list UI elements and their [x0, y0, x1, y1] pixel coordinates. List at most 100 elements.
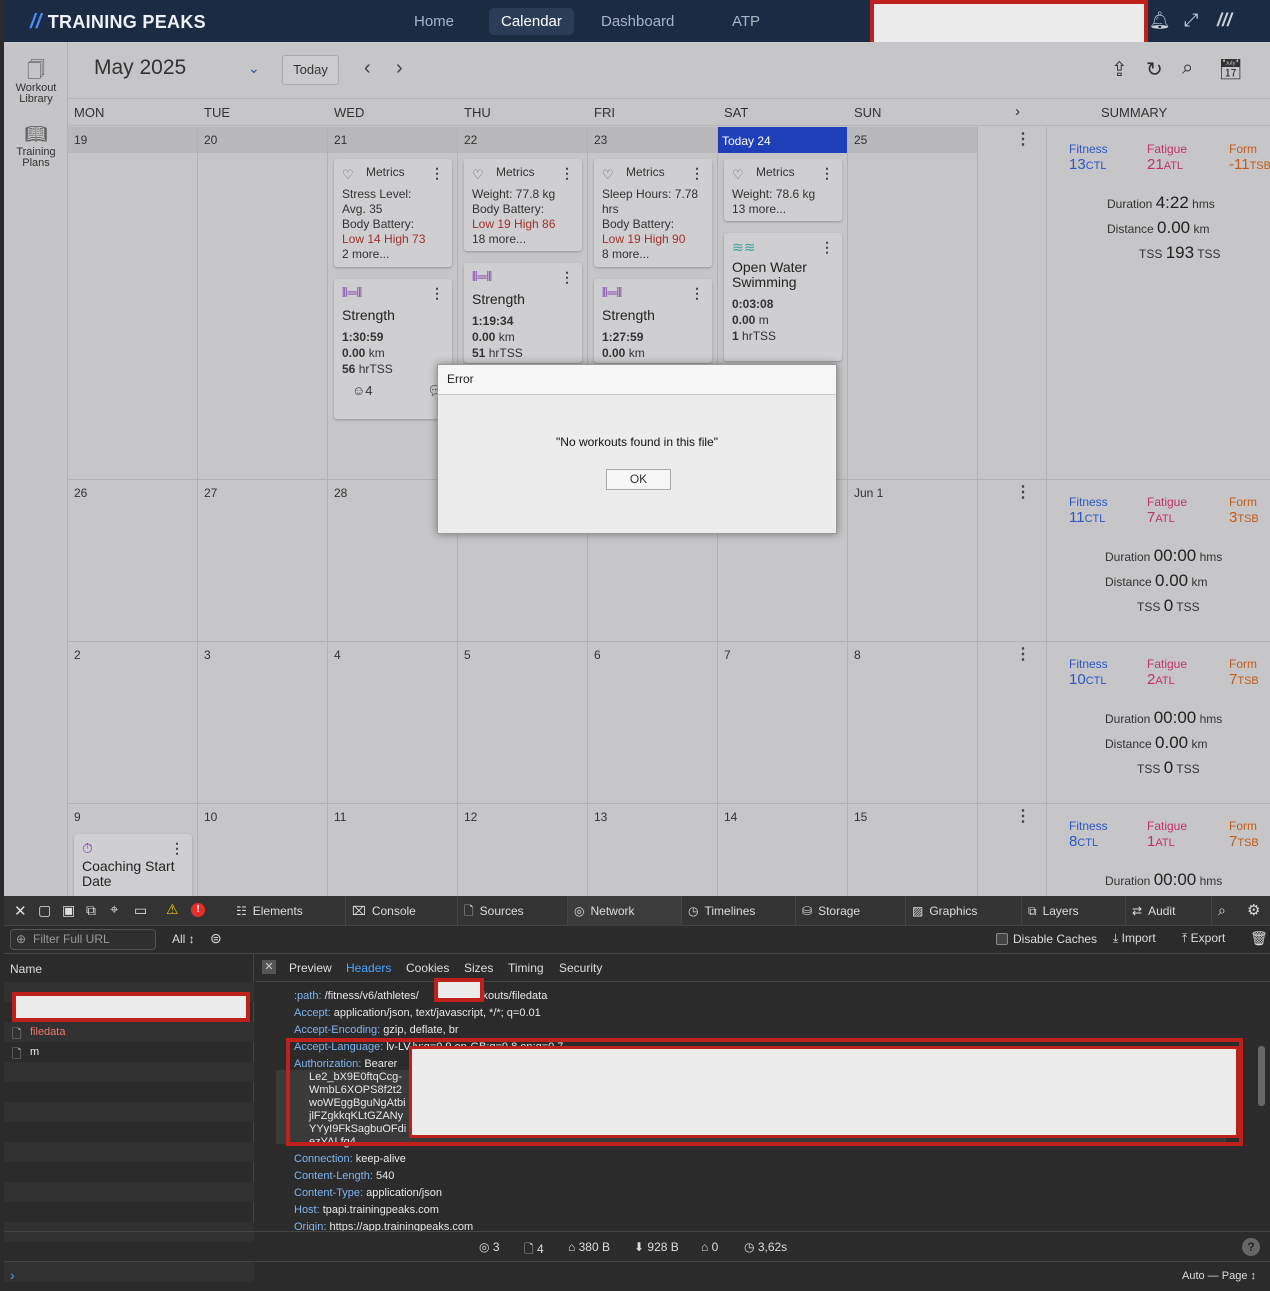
month-title[interactable]: May 2025	[94, 56, 186, 80]
tab-audit[interactable]: ⇄ Audit	[1126, 896, 1212, 926]
bell-icon[interactable]: 🔔︎	[1149, 11, 1171, 31]
nav-home[interactable]: Home	[402, 8, 466, 35]
calendar-settings-icon[interactable]: 📅︎	[1218, 57, 1243, 82]
tab-elements[interactable]: ☷ Elements	[230, 896, 346, 926]
next-arrow-icon[interactable]: ›	[396, 58, 403, 78]
expand-icon[interactable]: ⤢	[1184, 10, 1198, 31]
search-icon[interactable]: ⌕	[1182, 57, 1193, 80]
tab-network[interactable]: ◎ Network	[568, 896, 682, 926]
close-detail-icon[interactable]: ✕	[262, 960, 276, 974]
kebab-menu-icon[interactable]: ⋮	[820, 239, 834, 256]
tab-timing[interactable]: Timing	[508, 961, 544, 975]
tab-layers[interactable]: ⧉ Layers	[1022, 896, 1126, 926]
tab-preview[interactable]: Preview	[289, 961, 332, 975]
day-cell[interactable]: 8	[848, 642, 978, 803]
day-cell[interactable]: 2	[68, 642, 198, 803]
coaching-start-card[interactable]: ⏱︎ ⋮ Coaching Start Date	[74, 834, 192, 896]
tab-timelines[interactable]: ◷ Timelines	[682, 896, 796, 926]
day-cell[interactable]: 25	[848, 127, 978, 479]
day-cell[interactable]: 27	[198, 480, 328, 641]
day-cell[interactable]: 10	[198, 804, 328, 896]
more-link[interactable]: 2 more...	[342, 247, 444, 262]
day-cell[interactable]: 9 ⏱︎ ⋮ Coaching Start Date	[68, 804, 198, 896]
day-cell[interactable]: 20	[198, 127, 328, 479]
more-link[interactable]: 13 more...	[732, 202, 834, 217]
day-cell[interactable]: Jun 1	[848, 480, 978, 641]
dock-bottom-icon[interactable]: ▢	[38, 902, 51, 919]
import-button[interactable]: ⤓ Import	[1113, 931, 1156, 946]
request-row[interactable]: 🗋︎ filedata	[4, 1022, 254, 1042]
nav-calendar[interactable]: Calendar	[489, 8, 574, 35]
upload-icon[interactable]: ⇪	[1111, 57, 1128, 82]
day-cell[interactable]: 15	[848, 804, 978, 896]
workout-card[interactable]: ≋≋ ⋮ Open Water Swimming 0:03:08 0.00 m …	[724, 233, 842, 361]
console-prompt-icon[interactable]: ›	[10, 1267, 15, 1283]
warning-icon[interactable]: ⚠	[166, 901, 179, 918]
kebab-menu-icon[interactable]: ⋮	[690, 285, 704, 302]
kebab-menu-icon[interactable]: ⋮	[1008, 132, 1038, 148]
kebab-menu-icon[interactable]: ⋮	[690, 165, 704, 182]
workout-card[interactable]: ⫴═⫴ ⋮ Strength 1:19:34 0.00 km 51 hrTSS	[464, 263, 582, 363]
day-cell[interactable]: 5	[458, 642, 588, 803]
nav-atp[interactable]: ATP	[720, 8, 772, 35]
kebab-menu-icon[interactable]: ⋮	[560, 165, 574, 182]
workout-card[interactable]: ⫴═⫴ ⋮ Strength 1:30:59 0.00 km 56 hrTSS …	[334, 279, 452, 419]
more-link[interactable]: 8 more...	[602, 247, 704, 262]
dock-right-icon[interactable]: ▣	[62, 902, 75, 919]
day-cell[interactable]: 12	[458, 804, 588, 896]
kebab-menu-icon[interactable]: ⋮	[820, 165, 834, 182]
day-cell[interactable]: 19	[68, 127, 198, 479]
chevron-down-icon[interactable]: ⌄	[248, 60, 260, 77]
metrics-card[interactable]: ♡ Metrics ⋮ Weight: 78.6 kg 13 more...	[724, 159, 842, 221]
scrollbar[interactable]	[1258, 1046, 1265, 1106]
execution-context-select[interactable]: Auto — Page ↕	[1182, 1270, 1256, 1282]
clear-trash-icon[interactable]: 🗑︎	[1250, 930, 1268, 947]
tab-console[interactable]: ⌧ Console	[346, 896, 458, 926]
tab-headers[interactable]: Headers	[346, 961, 391, 975]
kebab-menu-icon[interactable]: ⋮	[430, 285, 444, 302]
ok-button[interactable]: OK	[606, 469, 671, 490]
window-icon[interactable]: ⧉	[86, 902, 96, 919]
prev-arrow-icon[interactable]: ‹	[364, 58, 371, 78]
day-cell[interactable]: 3	[198, 642, 328, 803]
trainingpeaks-logo[interactable]: // TRAINING PEAKS	[30, 11, 206, 34]
tab-sizes[interactable]: Sizes	[464, 961, 493, 975]
metrics-card[interactable]: ♡ Metrics ⋮ Sleep Hours: 7.78 hrs Body B…	[594, 159, 712, 267]
day-cell[interactable]: 11	[328, 804, 458, 896]
tab-sources[interactable]: 🗋︎ Sources	[458, 896, 568, 926]
metrics-card[interactable]: ♡ Metrics ⋮ Stress Level: Avg. 35 Body B…	[334, 159, 452, 267]
kebab-menu-icon[interactable]: ⋮	[430, 165, 444, 182]
gear-icon[interactable]: ⚙	[1247, 901, 1260, 919]
metrics-card[interactable]: ♡ Metrics ⋮ Weight: 77.8 kg Body Battery…	[464, 159, 582, 251]
crosshair-icon[interactable]: ⌖	[110, 901, 118, 918]
export-button[interactable]: ⤒ Export	[1182, 931, 1225, 946]
nav-dashboard[interactable]: Dashboard	[589, 8, 686, 35]
more-link[interactable]: 18 more...	[472, 232, 574, 247]
tp-logo-icon[interactable]: ///	[1217, 10, 1232, 31]
kebab-menu-icon[interactable]: ⋮	[170, 840, 184, 857]
kebab-menu-icon[interactable]: ⋮	[1008, 485, 1038, 501]
day-cell[interactable]: 14	[718, 804, 848, 896]
sidebar-workout-library[interactable]: 🗍︎ Workout Library	[4, 60, 68, 105]
request-row[interactable]: 🗋︎ m	[4, 1042, 254, 1062]
search-icon[interactable]: ⌕	[1218, 902, 1226, 919]
kebab-menu-icon[interactable]: ⋮	[1008, 809, 1038, 825]
sidebar-training-plans[interactable]: 📖︎ Training Plans	[4, 124, 68, 169]
disable-caches-checkbox[interactable]	[996, 933, 1008, 945]
resource-type-select[interactable]: All ↕	[172, 932, 195, 946]
close-icon[interactable]: ✕	[14, 902, 27, 920]
day-cell[interactable]: 13	[588, 804, 718, 896]
filter-url-input[interactable]: ⊕ Filter Full URL	[10, 929, 156, 950]
day-cell[interactable]: 7	[718, 642, 848, 803]
today-button[interactable]: Today	[282, 55, 339, 85]
chevron-right-icon[interactable]: ›	[1015, 103, 1020, 120]
day-cell[interactable]: 4	[328, 642, 458, 803]
sync-icon[interactable]: ↻	[1146, 57, 1163, 82]
device-icon[interactable]: ▭	[134, 902, 147, 919]
tab-security[interactable]: Security	[559, 961, 602, 975]
tab-graphics[interactable]: ▨ Graphics	[906, 896, 1022, 926]
filter-options-icon[interactable]: ⊜	[210, 930, 222, 947]
error-icon[interactable]: !	[191, 903, 205, 917]
tab-cookies[interactable]: Cookies	[406, 961, 449, 975]
kebab-menu-icon[interactable]: ⋮	[1008, 647, 1038, 663]
